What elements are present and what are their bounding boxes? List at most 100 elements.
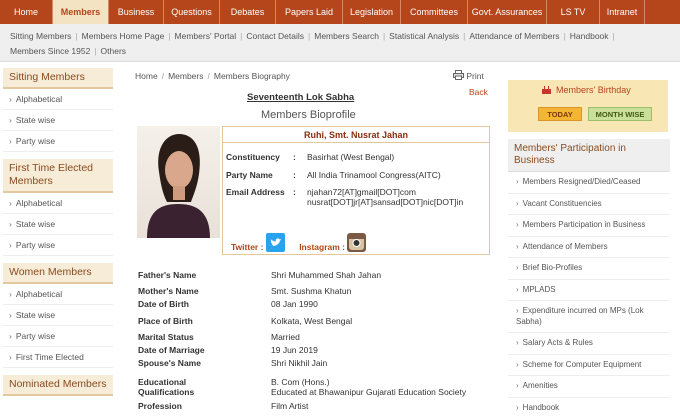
participation-panel: Members' Participation in BusinessMember… [508, 139, 670, 416]
breadcrumb-members[interactable]: Members [168, 71, 203, 81]
sub-navigation: Sitting Members | Members Home Page | Member… [0, 24, 680, 62]
participation-heading: Members' Participation in Business [508, 139, 670, 172]
member-photo [137, 126, 220, 238]
detail-value: Smt. Sushma Khatun [271, 286, 352, 296]
sidebar-heading[interactable]: Nominated Members [3, 375, 113, 396]
sidebar-heading[interactable]: Women Members [3, 263, 113, 284]
sidebar-item-alphabetical[interactable]: Alphabetical [3, 284, 113, 305]
subnav-link-sitting-members[interactable]: Sitting Members [10, 31, 71, 41]
nav-tab-papers-laid[interactable]: Papers Laid [276, 0, 343, 24]
subnav-link-attendance-of-members[interactable]: Attendance of Members [469, 31, 559, 41]
print-label: Print [466, 71, 484, 81]
lok-sabha-title: Seventeenth Lok Sabha [247, 92, 355, 103]
nav-tab-debates[interactable]: Debates [220, 0, 276, 24]
sidebar-section: Nominated Members [3, 375, 113, 396]
sidebar-heading[interactable]: First Time Elected Members [3, 159, 113, 193]
detail-value: Film Artist [271, 401, 309, 411]
month-wise-button[interactable]: MONTH WISE [588, 107, 652, 121]
subnav-link-contact-details[interactable]: Contact Details [246, 31, 304, 41]
sidebar-section: Sitting MembersAlphabeticalState wisePar… [3, 68, 113, 152]
breadcrumb-home[interactable]: Home [135, 71, 158, 81]
detail-value: 19 Jun 2019 [271, 345, 318, 355]
nav-tab-intranet[interactable]: Intranet [600, 0, 645, 24]
detail-value: Educated at Bhawanipur Gujarati Educatio… [271, 387, 467, 397]
subnav-link-members-search[interactable]: Members Search [314, 31, 379, 41]
participation-item-members-resigned-died-ceased[interactable]: Members Resigned/Died/Ceased [508, 172, 670, 194]
instagram-icon[interactable] [347, 233, 367, 252]
constituency-value: Basirhat (West Bengal) [307, 152, 395, 162]
sidebar-heading[interactable]: Sitting Members [3, 68, 113, 89]
sidebar-section: Women MembersAlphabeticalState wiseParty… [3, 263, 113, 368]
subnav-link-handbook[interactable]: Handbook [570, 31, 609, 41]
detail-label: Marital Status [138, 332, 194, 342]
twitter-label: Twitter : [231, 242, 264, 252]
constituency-label: Constituency [226, 152, 280, 162]
detail-label: Spouse's Name [138, 358, 201, 368]
detail-label: Profession [138, 401, 182, 411]
detail-value: Kolkata, West Bengal [271, 316, 353, 326]
nav-tab-committees[interactable]: Committees [401, 0, 468, 24]
detail-label: Mother's Name [138, 286, 199, 296]
subnav-link-others[interactable]: Others [101, 46, 127, 56]
sidebar-item-party-wise[interactable]: Party wise [3, 235, 113, 256]
instagram-label: Instagram : [299, 242, 346, 252]
nav-tab-business[interactable]: Business [109, 0, 164, 24]
subnav-link-members-since-1952[interactable]: Members Since 1952 [10, 46, 90, 56]
detail-label: Date of Marriage [138, 345, 205, 355]
twitter-icon[interactable] [265, 233, 285, 252]
sidebar-item-alphabetical[interactable]: Alphabetical [3, 89, 113, 110]
sidebar-item-state-wise[interactable]: State wise [3, 305, 113, 326]
party-label: Party Name [226, 170, 273, 180]
sidebar-item-alphabetical[interactable]: Alphabetical [3, 193, 113, 214]
nav-tab-home[interactable]: Home [0, 0, 53, 24]
member-name: Ruhi, Smt. Nusrat Jahan [223, 127, 489, 143]
participation-item-attendance-of-members[interactable]: Attendance of Members [508, 237, 670, 258]
detail-value: 08 Jan 1990 [271, 299, 318, 309]
detail-value: Married [271, 332, 300, 342]
participation-item-members-participation-in-business[interactable]: Members Participation in Business [508, 215, 670, 237]
today-button[interactable]: TODAY [538, 107, 582, 121]
email-value-1: njahan72[AT]gmail[DOT]com [307, 187, 416, 197]
nav-tab-govt-assurances[interactable]: Govt. Assurances [468, 0, 547, 24]
bioprofile-title: Members Bioprofile [261, 109, 356, 121]
detail-label: Place of Birth [138, 316, 193, 326]
participation-item-scheme-for-computer-equipment[interactable]: Scheme for Computer Equipment [508, 355, 670, 376]
nav-tab-questions[interactable]: Questions [164, 0, 220, 24]
detail-label: Date of Birth [138, 299, 189, 309]
email-value-2: nusrat[DOT]jr[AT]sansad[DOT]nic[DOT]in [307, 197, 464, 207]
sidebar-item-party-wise[interactable]: Party wise [3, 131, 113, 152]
party-value: All India Trinamool Congress(AITC) [307, 170, 441, 180]
left-sidebar: Sitting MembersAlphabeticalState wisePar… [3, 68, 113, 403]
email-label: Email Address [226, 187, 285, 197]
subnav-link-statistical-analysis[interactable]: Statistical Analysis [389, 31, 459, 41]
breadcrumb: Home / Members / Members Biography [135, 71, 290, 81]
participation-item-brief-bio-profiles[interactable]: Brief Bio-Profiles [508, 258, 670, 280]
nav-tab-legislation[interactable]: Legislation [343, 0, 401, 24]
social-links: Twitter : Instagram : [231, 233, 367, 252]
detail-value: Shri Muhammed Shah Jahan [271, 270, 382, 280]
birthday-panel: Members' Birthday TODAY MONTH WISE [508, 80, 668, 132]
subnav-link-members-portal[interactable]: Members' Portal [175, 31, 237, 41]
cake-icon [541, 84, 552, 97]
sidebar-item-first-time-elected[interactable]: First Time Elected [3, 347, 113, 368]
participation-item-salary-acts-rules[interactable]: Salary Acts & Rules [508, 333, 670, 355]
sidebar-item-state-wise[interactable]: State wise [3, 214, 113, 235]
print-button[interactable]: Print [453, 70, 484, 81]
nav-tab-members[interactable]: Members [53, 0, 109, 24]
sidebar-item-party-wise[interactable]: Party wise [3, 326, 113, 347]
participation-item-mplads[interactable]: MPLADS [508, 280, 670, 301]
participation-item-handbook[interactable]: Handbook [508, 398, 670, 416]
detail-value: B. Com (Hons.) [271, 377, 330, 387]
birthday-title: Members' Birthday [556, 85, 631, 95]
nav-tab-ls-tv[interactable]: LS TV [547, 0, 600, 24]
top-navigation: Home Members Business Questions Debates Paper… [0, 0, 680, 24]
subnav-link-members-home-page[interactable]: Members Home Page [82, 31, 165, 41]
sidebar-item-state-wise[interactable]: State wise [3, 110, 113, 131]
participation-item-vacant-constituencies[interactable]: Vacant Constituencies [508, 194, 670, 215]
participation-item-amenities[interactable]: Amenities [508, 376, 670, 398]
breadcrumb-members-biography: Members Biography [213, 71, 290, 81]
printer-icon [453, 70, 466, 81]
detail-label: Educational Qualifications [138, 377, 195, 397]
back-link[interactable]: Back [469, 87, 488, 97]
participation-item-expenditure-incurred-on-mps-lok-sabha[interactable]: Expenditure incurred on MPs (Lok Sabha) [508, 301, 670, 333]
